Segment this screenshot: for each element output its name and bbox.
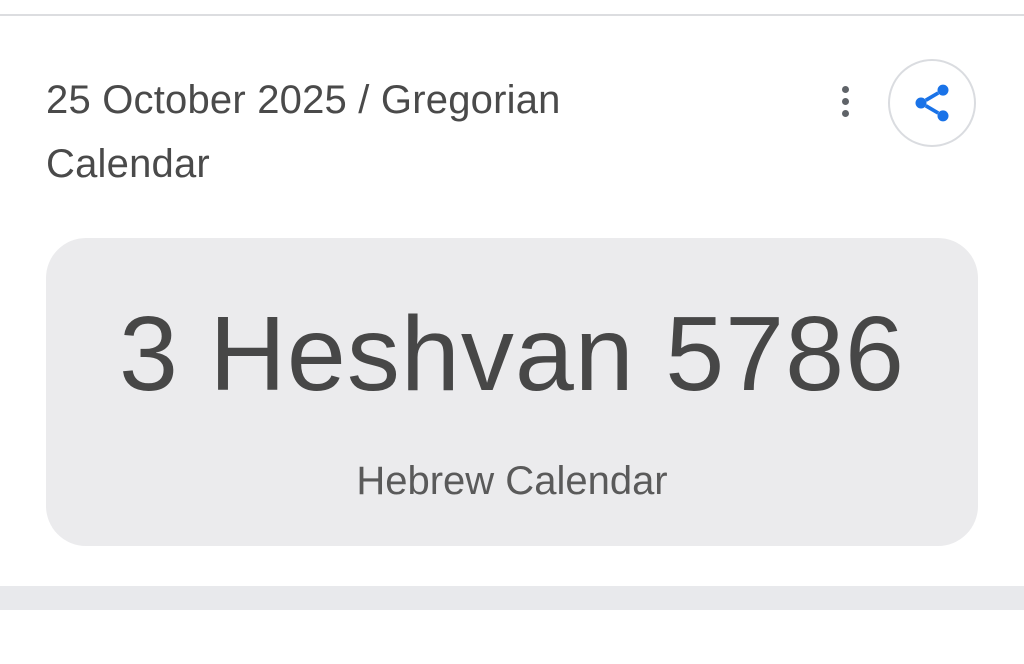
- calendar-conversion-card: 25 October 2025 / Gregorian Calendar 3 H…: [0, 16, 1024, 586]
- share-button[interactable]: [888, 59, 976, 147]
- converted-date-box: 3 Heshvan 5786 Hebrew Calendar: [46, 238, 978, 546]
- target-calendar-label: Hebrew Calendar: [356, 459, 668, 503]
- more-vert-icon-dot-bottom: [841, 109, 849, 117]
- more-options-button[interactable]: [820, 66, 870, 136]
- share-icon: [915, 84, 949, 122]
- more-vert-icon-dot-middle: [841, 97, 849, 105]
- page: 25 October 2025 / Gregorian Calendar 3 H…: [0, 0, 1024, 664]
- section-divider: [0, 586, 1024, 610]
- source-date-title: 25 October 2025 / Gregorian Calendar: [46, 78, 561, 186]
- converted-date-value: 3 Heshvan 5786: [118, 295, 906, 413]
- more-vert-icon-dot-top: [841, 85, 849, 93]
